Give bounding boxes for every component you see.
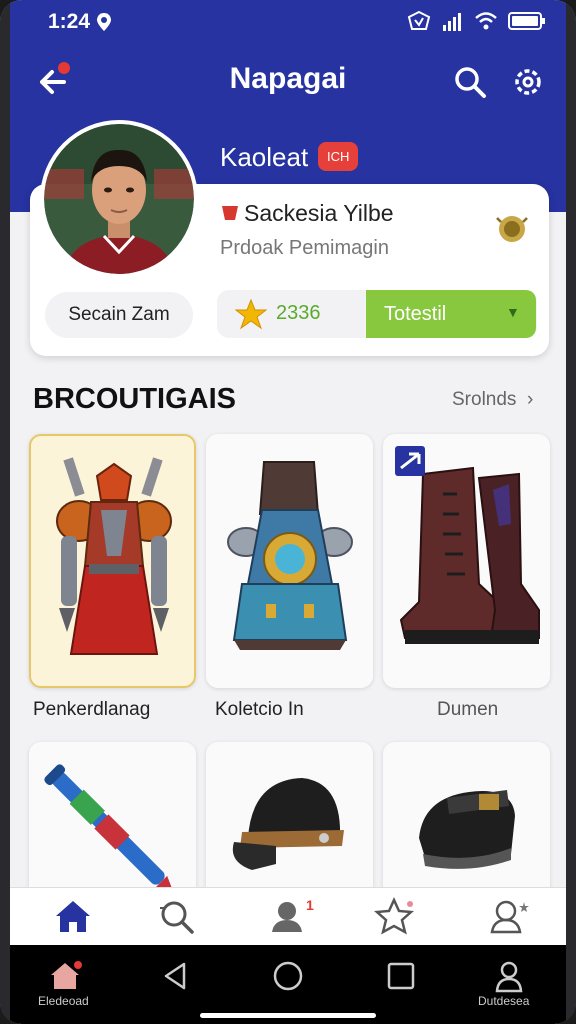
settings-button[interactable]: [508, 62, 548, 102]
star-icon: [235, 298, 267, 330]
avatar-photo: [44, 124, 194, 274]
nav-account-icon[interactable]: [492, 959, 526, 993]
status-time: 1:24: [48, 10, 91, 33]
profile-name: Kaoleat: [220, 142, 309, 172]
action-button[interactable]: Totestil ▼: [366, 290, 536, 338]
bottom-tab-bar: 1: [0, 887, 576, 945]
card-title: Sackesia Yilbe: [220, 200, 394, 227]
action-button-label: Totestil: [384, 303, 447, 325]
armor-icon: [56, 457, 172, 655]
location-icon: [97, 13, 111, 31]
nav-recents-icon[interactable]: [384, 959, 418, 993]
robot-armor-icon: [227, 461, 353, 650]
nav-back-icon[interactable]: [158, 959, 192, 993]
search-button[interactable]: [450, 62, 490, 102]
chevron-right-icon: ›: [521, 389, 534, 410]
avatar[interactable]: [40, 120, 198, 278]
nav-left-label: Eledeoad: [38, 994, 89, 1008]
profile-icon[interactable]: [488, 896, 530, 938]
app-bar: Napagai: [0, 52, 576, 112]
nav-home-icon[interactable]: [271, 959, 305, 993]
section-link-label: Srolnds: [452, 389, 517, 410]
score-value: 2336: [276, 302, 321, 324]
wifi-icon: [475, 12, 497, 30]
emblem-icon[interactable]: [495, 212, 529, 246]
card-subtitle: Prdoak Pemimagin: [220, 237, 389, 259]
friends-count: 1: [306, 897, 314, 913]
nav-right-label: Dutdesea: [478, 994, 530, 1008]
item-tile-armor[interactable]: [29, 434, 196, 688]
section-title: BRCOUTIGAIS: [33, 383, 236, 415]
home-app-icon[interactable]: [48, 959, 82, 993]
feature-badge: [395, 446, 425, 476]
search-icon[interactable]: [156, 896, 198, 938]
item-tile-relic[interactable]: [206, 434, 373, 688]
device-bezel-left: [0, 0, 10, 1024]
item-label: Dumen: [437, 699, 499, 720]
status-icons: [406, 10, 546, 32]
pill-button[interactable]: Secain Zam: [45, 292, 193, 338]
status-bar: 1:24: [0, 0, 576, 44]
name-badge: ICH: [318, 142, 359, 171]
home-indicator[interactable]: [200, 1013, 376, 1018]
card-title-text: Sackesia Yilbe: [244, 200, 394, 226]
home-icon[interactable]: [52, 896, 94, 938]
arrow-icon: [400, 452, 421, 470]
star-icon[interactable]: [374, 896, 416, 938]
phone-screen: 1:24 Napagai Kaoleat ICH Sackesia Yilbe …: [0, 0, 576, 1024]
device-bezel-right: [566, 0, 576, 1024]
vpn-icon: [407, 10, 431, 30]
section-link[interactable]: Srolnds ›: [452, 389, 533, 411]
item-label: Koletcio In: [215, 699, 304, 720]
friends-icon[interactable]: [268, 896, 310, 938]
signal-icon: [443, 13, 461, 31]
chevron-down-icon: ▼: [506, 304, 520, 320]
item-label: Penkerdlanag: [33, 699, 151, 720]
battery-icon: [508, 12, 545, 30]
